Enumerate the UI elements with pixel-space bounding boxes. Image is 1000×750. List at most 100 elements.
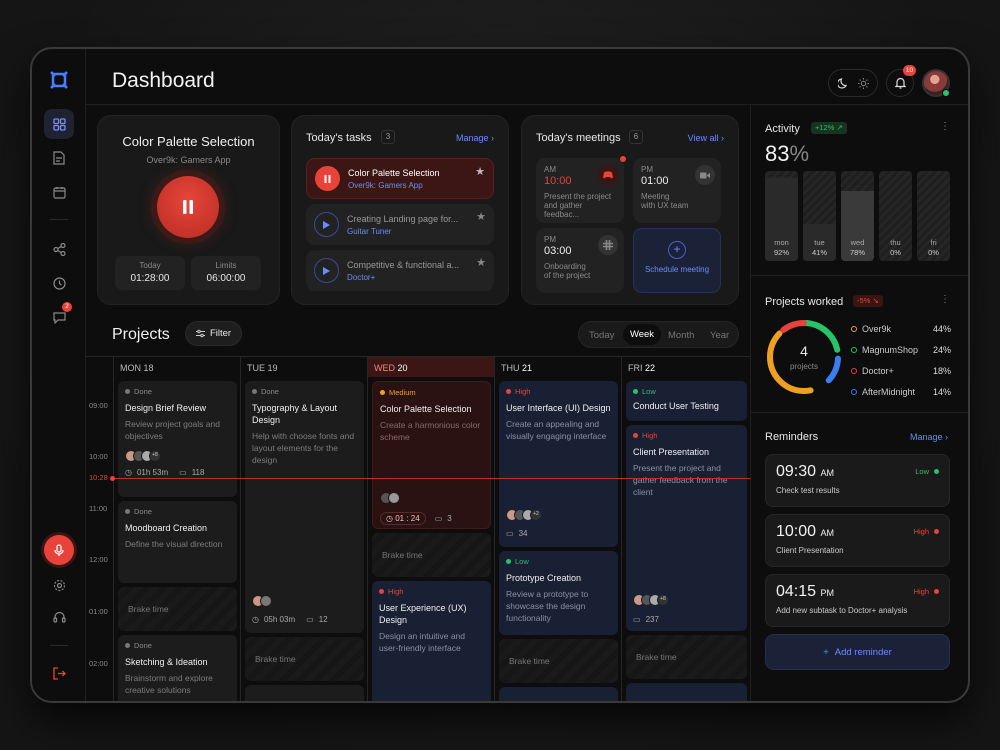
reminder-item[interactable]: 10:00 AM Client Presentation High	[765, 514, 950, 567]
project-task-card[interactable]: Low Prototype Creation Review a prototyp…	[499, 551, 618, 635]
star-icon[interactable]: ★	[476, 256, 486, 269]
activity-bar-wed: wed 78%	[841, 171, 874, 261]
add-reminder-button[interactable]: + Add reminder	[765, 634, 950, 670]
view-tab-year[interactable]: Year	[710, 330, 729, 341]
brake-time-block: Brake time	[499, 639, 618, 683]
day-number: 21	[522, 363, 533, 373]
pause-icon[interactable]	[315, 166, 340, 191]
task-item[interactable]: Creating Landing page for... Guitar Tuner…	[306, 204, 494, 245]
project-task-card[interactable]	[499, 687, 618, 701]
reminder-ampm: AM	[820, 528, 835, 538]
project-task-card[interactable]	[626, 683, 747, 701]
project-task-card[interactable]: High User Experience (UX) Design Design …	[372, 581, 491, 701]
sun-icon	[857, 77, 869, 89]
filter-label: Filter	[209, 328, 232, 339]
notification-badge: 10	[903, 65, 916, 76]
legend-item: Doctor+ 18%	[851, 366, 951, 376]
dashboard-grid-icon[interactable]	[44, 109, 74, 139]
star-icon[interactable]: ★	[475, 165, 485, 178]
pause-timer-button[interactable]	[157, 176, 219, 238]
reminders-title: Reminders	[765, 431, 819, 443]
star-icon[interactable]: ★	[476, 210, 486, 223]
time-label: 12:00	[89, 555, 108, 564]
activity-bar-label: mon 92%	[765, 238, 798, 258]
play-icon[interactable]	[314, 258, 339, 283]
day-label: FRI	[628, 363, 643, 373]
project-task-card[interactable]: Done Typography & Layout Design Help wit…	[245, 381, 364, 633]
status-dot	[380, 390, 385, 395]
current-task-timer-card: Color Palette Selection Over9k: Gamers A…	[97, 115, 280, 305]
calendar-icon[interactable]	[44, 177, 74, 207]
more-avatars-count: +8	[149, 450, 161, 462]
user-avatar[interactable]	[922, 69, 950, 97]
chevron-right-icon: ›	[945, 432, 948, 442]
activity-more-icon[interactable]: ⋮	[940, 121, 950, 132]
meetings-view-all-link[interactable]: View all ›	[688, 133, 724, 143]
project-task-card-active[interactable]: Medium Color Palette Selection Create a …	[372, 381, 491, 529]
bar-percent: 0%	[890, 248, 901, 257]
project-task-card[interactable]: Done Moodboard Creation Define the visua…	[118, 501, 237, 583]
theme-toggle[interactable]	[828, 69, 878, 97]
activity-title: Activity	[765, 123, 800, 135]
comment-count: 12	[318, 615, 328, 624]
view-tab-today[interactable]: Today	[589, 330, 614, 341]
card-desc: Help with choose fonts and layout elemen…	[252, 431, 355, 465]
projects-worked-more-icon[interactable]: ⋮	[940, 294, 950, 305]
assignee-avatars	[380, 492, 400, 504]
project-task-card[interactable]	[245, 685, 364, 701]
reminder-item[interactable]: 04:15 PM Add new subtask to Doctor+ anal…	[765, 574, 950, 627]
headset-support-icon[interactable]	[44, 602, 74, 632]
today-value: 01:28:00	[130, 273, 170, 284]
play-icon[interactable]	[314, 212, 339, 237]
logo-icon[interactable]	[44, 65, 74, 95]
project-task-card[interactable]: Low Conduct User Testing	[626, 381, 747, 421]
activity-bar-fri: fri 0%	[917, 171, 950, 261]
app-screen: 2 Dashboard 10 Color Palette Selection O…	[32, 49, 968, 701]
card-desc: Brainstorm and explore creative solution…	[125, 673, 213, 695]
microphone-button[interactable]	[44, 535, 74, 565]
activity-unit: %	[789, 141, 810, 166]
meeting-item[interactable]: PM 01:00 Meeting with UX team	[633, 158, 721, 223]
device-frame: 2 Dashboard 10 Color Palette Selection O…	[30, 47, 970, 703]
projects-worked-change: -5%	[857, 296, 871, 305]
reminder-time: 04:15	[776, 583, 817, 600]
meeting-item[interactable]: AM 10:00 Present the project and gather …	[536, 156, 626, 223]
status-dot	[379, 589, 384, 594]
comment-icon: ▭	[506, 529, 514, 538]
day-label: THU	[501, 363, 520, 373]
project-task-card[interactable]: High User Interface (UI) Design Create a…	[499, 381, 618, 547]
projects-worked-change-badge: -5% ↘	[853, 295, 883, 307]
card-desc: Review project goals and objectives	[125, 419, 220, 441]
task-item[interactable]: Competitive & functional a... Doctor+ ★	[306, 250, 494, 291]
todays-tasks-manage-link[interactable]: Manage ›	[456, 133, 494, 143]
notifications-button[interactable]: 10	[886, 65, 916, 97]
day-column-fri: Low Conduct User Testing High Client Pre…	[622, 377, 750, 701]
filter-button[interactable]: Filter	[185, 321, 242, 346]
share-nodes-icon[interactable]	[44, 234, 74, 264]
task-item-active[interactable]: Color Palette Selection Over9k: Gamers Ap…	[306, 158, 494, 199]
brake-label: Brake time	[255, 654, 296, 664]
project-task-card[interactable]: Done Design Brief Review Review project …	[118, 381, 237, 497]
settings-gear-icon[interactable]	[44, 570, 74, 600]
status-dot	[125, 643, 130, 648]
legend-percent: 44%	[932, 324, 951, 334]
document-icon[interactable]	[44, 143, 74, 173]
logout-icon[interactable]	[44, 658, 74, 688]
projects-worked-section: Projects worked -5% ↘ ⋮ 4 projects Over9…	[751, 276, 968, 413]
activity-bar-label: fri 0%	[917, 238, 950, 258]
reminder-item[interactable]: 09:30 AM Check test results Low	[765, 454, 950, 507]
project-task-card[interactable]: High Client Presentation Present the pro…	[626, 425, 747, 631]
status-dot	[252, 389, 257, 394]
view-tab-week[interactable]: Week	[623, 324, 661, 345]
reminders-manage-link[interactable]: Manage ›	[910, 432, 948, 442]
legend-item: AfterMidnight 14%	[851, 387, 951, 397]
chat-icon[interactable]: 2	[44, 302, 74, 332]
page-title: Dashboard	[112, 69, 215, 92]
view-tab-month[interactable]: Month	[668, 330, 694, 341]
card-title: Color Palette Selection	[380, 404, 472, 414]
project-task-card[interactable]: Done Sketching & Ideation Brainstorm and…	[118, 635, 237, 701]
meeting-item[interactable]: PM 03:00 Onboarding of the project	[536, 228, 624, 293]
clock-icon[interactable]	[44, 268, 74, 298]
reminder-desc: Check test results	[776, 486, 840, 495]
schedule-meeting-button[interactable]: + Schedule meeting	[633, 228, 721, 293]
